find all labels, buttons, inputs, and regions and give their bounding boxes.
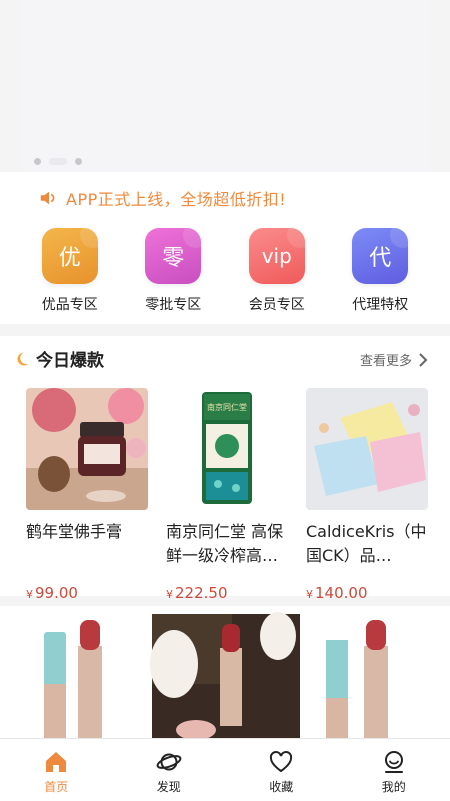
hot-title: 今日爆款 xyxy=(36,346,104,371)
category-agent[interactable]: 代 代理特权 xyxy=(340,228,420,314)
price-value: 140.00 xyxy=(315,584,368,602)
product-name: 鹤年堂佛手膏 xyxy=(26,520,148,568)
category-vip[interactable]: vip 会员专区 xyxy=(237,228,317,314)
agent-icon-glyph: 代 xyxy=(369,240,391,272)
banner-carousel[interactable] xyxy=(20,0,430,172)
view-more-link[interactable]: 查看更多 xyxy=(360,350,428,369)
category-label: 会员专区 xyxy=(249,294,305,314)
currency-symbol: ¥ xyxy=(306,588,313,601)
bottom-tab-bar: 首页 发现 收藏 我的 xyxy=(0,738,450,801)
product-price: ¥99.00 xyxy=(26,584,148,602)
category-label: 代理特权 xyxy=(352,294,408,314)
category-grid: 优 优品专区 零 零批专区 vip 会员专区 代 代理特权 xyxy=(0,228,450,314)
chevron-right-icon xyxy=(418,353,428,367)
category-youpin[interactable]: 优 优品专区 xyxy=(30,228,110,314)
planet-icon xyxy=(156,749,182,775)
vip-icon: vip xyxy=(249,228,305,284)
price-value: 222.50 xyxy=(175,584,228,602)
profile-icon xyxy=(381,749,407,775)
product-image xyxy=(26,388,148,510)
product-card[interactable]: CaldiceKris（中国CK）品… ¥140.00 xyxy=(306,388,428,602)
tab-label: 我的 xyxy=(382,778,406,795)
tab-favorites[interactable]: 收藏 xyxy=(225,739,338,801)
product-price: ¥140.00 xyxy=(306,584,428,602)
product-image xyxy=(306,388,428,510)
category-lingpi[interactable]: 零 零批专区 xyxy=(133,228,213,314)
product-card[interactable]: 鹤年堂佛手膏 ¥99.00 xyxy=(26,388,148,602)
product-banner-row[interactable] xyxy=(0,606,450,738)
currency-symbol: ¥ xyxy=(166,588,173,601)
notice-bar[interactable]: APP正式上线，全场超低折扣! xyxy=(38,186,286,210)
can-label: 南京同仁堂 xyxy=(207,402,247,412)
lingpi-icon: 零 xyxy=(145,228,201,284)
product-list: 鹤年堂佛手膏 ¥99.00 南京同仁堂 南京同仁堂 高保鲜一级冷榨高… ¥ xyxy=(26,388,428,602)
home-icon xyxy=(43,749,69,775)
carousel-dot-active[interactable] xyxy=(49,158,67,165)
vip-icon-glyph: vip xyxy=(262,244,292,268)
carousel-dot[interactable] xyxy=(75,158,82,165)
youpin-icon: 优 xyxy=(42,228,98,284)
product-card[interactable]: 南京同仁堂 南京同仁堂 高保鲜一级冷榨高… ¥222.50 xyxy=(166,388,288,602)
youpin-icon-glyph: 优 xyxy=(59,240,81,272)
product-image: 南京同仁堂 xyxy=(166,388,288,510)
category-label: 零批专区 xyxy=(145,294,201,314)
carousel-indicator xyxy=(34,158,82,165)
product-price: ¥222.50 xyxy=(166,584,288,602)
speaker-icon xyxy=(38,187,60,209)
tab-label: 收藏 xyxy=(269,778,293,795)
currency-symbol: ¥ xyxy=(26,588,33,601)
tab-discover[interactable]: 发现 xyxy=(113,739,226,801)
tab-home[interactable]: 首页 xyxy=(0,739,113,801)
hot-section-header: 今日爆款 xyxy=(14,346,104,371)
product-name: 南京同仁堂 高保鲜一级冷榨高… xyxy=(166,520,288,568)
price-value: 99.00 xyxy=(35,584,78,602)
tab-label: 首页 xyxy=(44,778,68,795)
category-label: 优品专区 xyxy=(42,294,98,314)
carousel-dot[interactable] xyxy=(34,158,41,165)
crescent-icon xyxy=(14,351,30,367)
lipstick-product-images xyxy=(0,606,450,738)
tab-label: 发现 xyxy=(157,778,181,795)
notice-text: APP正式上线，全场超低折扣! xyxy=(66,186,286,210)
hot-section: 今日爆款 查看更多 xyxy=(0,336,450,596)
view-more-label: 查看更多 xyxy=(360,350,412,369)
tab-profile[interactable]: 我的 xyxy=(338,739,450,801)
heart-icon xyxy=(268,749,294,775)
product-name: CaldiceKris（中国CK）品… xyxy=(306,520,428,568)
lingpi-icon-glyph: 零 xyxy=(162,240,184,272)
agent-icon: 代 xyxy=(352,228,408,284)
